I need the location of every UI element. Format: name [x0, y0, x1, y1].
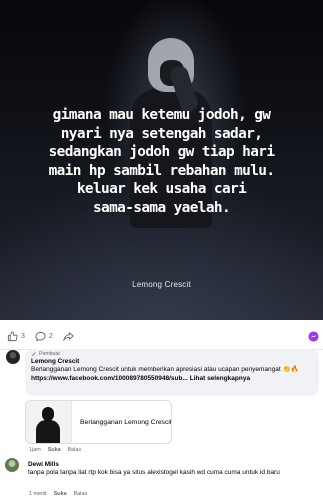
quote-line: nyari nya setengah sadar, — [60, 125, 263, 142]
comment-reply-button[interactable]: Balas — [68, 447, 82, 453]
comment-count: 2 — [48, 332, 53, 340]
comment-bubble: Pembuat Lemong Crescit Berlangganan Lemo… — [25, 349, 319, 396]
image-quote-text: gimana mau ketemu jodoh, gw nyari nya se… — [20, 106, 303, 218]
thumbnail-figure-head — [42, 407, 54, 421]
thumbnail-figure-body — [36, 420, 60, 443]
quote-line: gimana mau ketemu jodoh, gw — [52, 107, 271, 123]
share-button[interactable] — [63, 331, 74, 342]
post-action-bar: 3 2 — [0, 325, 323, 347]
comment-icon — [35, 331, 46, 342]
like-button[interactable]: 3 — [7, 330, 25, 342]
comment-meta: 1jam Suka Balas — [29, 447, 81, 453]
comment-author[interactable]: Lemong Crescit — [31, 358, 313, 365]
link-preview-title: Berlangganan Lemong Crescit — [80, 418, 172, 426]
comment-like-button[interactable]: Suka — [54, 491, 67, 497]
share-icon — [63, 331, 74, 341]
comment-reply-button[interactable]: Balas — [74, 491, 88, 497]
comment-meta: 1 menit Suka Balas — [29, 491, 87, 497]
pencil-icon — [31, 352, 36, 357]
comment-author[interactable]: Dewi Mills — [28, 461, 59, 468]
comment-text-body: Berlangganan Lemong Crescit untuk member… — [31, 366, 299, 373]
avatar[interactable] — [5, 458, 19, 472]
author-badge-label: Pembuat — [39, 351, 60, 357]
quote-line: main hp sambil rebahan mulu. — [48, 162, 275, 179]
post-image[interactable]: gimana mau ketemu jodoh, gw nyari nya se… — [0, 0, 323, 320]
messenger-share-button[interactable] — [308, 330, 319, 342]
comment-like-button[interactable]: Suka — [48, 447, 61, 453]
avatar[interactable] — [6, 350, 20, 364]
thumbs-up-icon — [7, 330, 18, 341]
messenger-icon — [308, 330, 319, 342]
image-watermark: Lemong Crescit — [132, 280, 191, 289]
comment-text: tanpa pola tanpa liat rtp kok bisa ya si… — [28, 469, 280, 476]
comment-text: Berlangganan Lemong Crescit untuk member… — [31, 366, 313, 384]
link-preview-thumbnail — [26, 401, 72, 443]
see-more-link[interactable]: Lihat selengkapnya — [190, 375, 250, 382]
quote-line: sedangkan jodoh gw tiap hari — [48, 144, 275, 161]
quote-line: sama-sama yaelah. — [92, 199, 231, 216]
quote-line: keluar kek usaha cari — [76, 181, 247, 198]
comment-time[interactable]: 1jam — [29, 447, 41, 453]
link-preview-card[interactable]: Berlangganan Lemong Crescit — [25, 400, 172, 444]
author-badge: Pembuat — [31, 351, 313, 357]
comment-time[interactable]: 1 menit — [29, 491, 47, 497]
like-count: 3 — [21, 332, 25, 340]
comment-button[interactable]: 2 — [35, 331, 53, 342]
comment-link[interactable]: https://www.facebook.com/100089780550948… — [31, 375, 188, 382]
